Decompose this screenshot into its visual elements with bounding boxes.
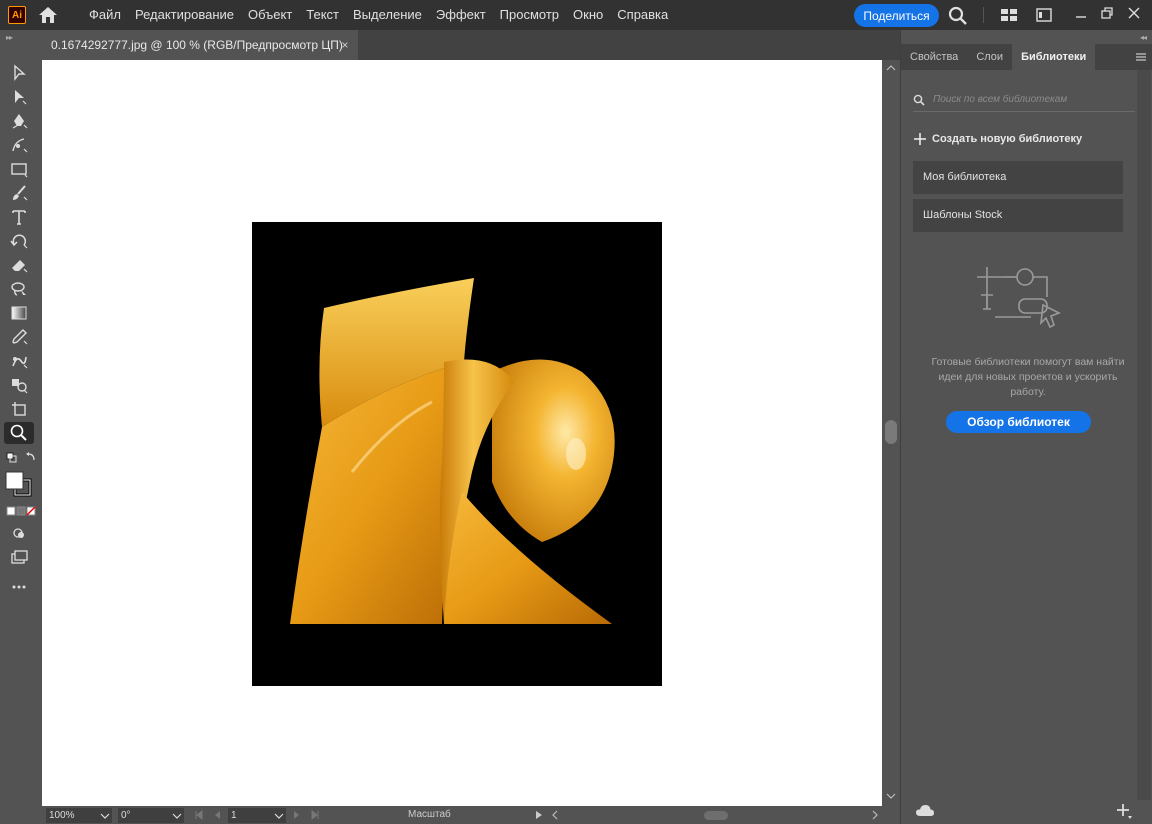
color-mode-icon[interactable] (4, 504, 38, 518)
lasso-tool-icon[interactable] (4, 278, 34, 300)
scroll-left-icon[interactable] (550, 810, 560, 820)
document-tab[interactable]: 0.1674292777.jpg @ 100 % (RGB/Предпросмо… (42, 30, 358, 60)
workspace-switcher-icon[interactable] (1036, 8, 1052, 22)
search-icon (913, 94, 925, 106)
menu-effect[interactable]: Эффект (429, 0, 493, 30)
direct-selection-tool-icon[interactable] (4, 86, 34, 108)
chevron-down-icon[interactable] (98, 808, 112, 823)
restore-icon[interactable] (1097, 4, 1117, 22)
libraries-illustration-icon (977, 267, 1061, 329)
fill-stroke-swap-icon[interactable] (4, 448, 38, 468)
illustrator-window: Ai Файл Редактирование Объект Текст Выде… (0, 0, 1152, 824)
library-search-input[interactable] (933, 94, 1123, 105)
menu-help[interactable]: Справка (610, 0, 675, 30)
eraser-tool-icon[interactable] (4, 254, 34, 276)
fill-stroke-color-icon[interactable] (4, 470, 38, 500)
create-library-button[interactable]: Создать новую библиотеку (913, 132, 1082, 146)
zoom-tool-icon[interactable] (4, 422, 34, 444)
vertical-scrollbar[interactable] (882, 60, 900, 806)
tab-layers[interactable]: Слои (967, 44, 1012, 70)
home-icon[interactable] (38, 6, 58, 24)
main-menu: Файл Редактирование Объект Текст Выделен… (82, 0, 675, 30)
collapse-panel-icon[interactable]: ◂◂ (1140, 33, 1147, 42)
app-logo: Ai (8, 6, 26, 24)
scroll-down-icon[interactable] (886, 792, 896, 800)
toolbar-divider (983, 7, 984, 23)
previous-artboard-icon[interactable] (212, 810, 222, 820)
library-item-stock-templates[interactable]: Шаблоны Stock (913, 199, 1123, 232)
horizontal-scroll-thumb[interactable] (704, 811, 728, 820)
drawing-mode-icon[interactable] (4, 522, 34, 544)
screen-mode-icon[interactable] (4, 546, 34, 568)
plus-icon (914, 133, 926, 145)
library-search (913, 88, 1135, 112)
close-tab-icon[interactable]: × (338, 38, 352, 52)
rotate-tool-icon[interactable] (4, 230, 34, 252)
collapse-tools-icon[interactable]: ▸▸ (6, 33, 13, 42)
paintbrush-tool-icon[interactable] (4, 182, 34, 204)
horizontal-scrollbar[interactable] (564, 811, 866, 820)
selection-tool-icon[interactable] (4, 62, 34, 84)
placed-image[interactable] (252, 222, 662, 686)
cloud-icon[interactable] (915, 803, 935, 819)
share-button[interactable]: Поделиться (854, 4, 939, 27)
scroll-right-icon[interactable] (870, 810, 880, 820)
create-library-label: Создать новую библиотеку (932, 133, 1083, 145)
panel-menu-icon[interactable] (1134, 51, 1148, 63)
next-artboard-icon[interactable] (292, 810, 302, 820)
gradient-tool-icon[interactable] (4, 302, 34, 324)
status-menu-icon[interactable] (534, 810, 544, 820)
menu-select[interactable]: Выделение (346, 0, 429, 30)
arrange-documents-icon[interactable] (1000, 8, 1018, 22)
vertical-scroll-thumb[interactable] (885, 420, 897, 444)
chevron-down-icon[interactable] (272, 808, 286, 823)
menu-file[interactable]: Файл (82, 0, 128, 30)
menu-type[interactable]: Текст (299, 0, 346, 30)
pen-tool-icon[interactable] (4, 110, 34, 132)
first-artboard-icon[interactable] (194, 810, 204, 820)
panel-tabs: Свойства Слои Библиотеки (901, 44, 1152, 70)
yellow-3d-letter-artwork (290, 278, 615, 624)
libraries-empty-text: Готовые библиотеки помогут вам найти иде… (931, 356, 1125, 398)
artboard-tool-icon[interactable] (4, 398, 34, 420)
curvature-tool-icon[interactable] (4, 134, 34, 156)
add-content-icon[interactable] (1115, 802, 1133, 820)
document-tab-bar: 0.1674292777.jpg @ 100 % (RGB/Предпросмо… (42, 30, 900, 60)
menu-window[interactable]: Окно (566, 0, 610, 30)
status-bar: 100% 0° 1 Масштаб (42, 806, 900, 824)
menu-object[interactable]: Объект (241, 0, 299, 30)
tab-properties[interactable]: Свойства (901, 44, 967, 70)
artboard-canvas[interactable] (42, 60, 882, 806)
type-tool-icon[interactable] (4, 206, 34, 228)
menu-view[interactable]: Просмотр (493, 0, 566, 30)
libraries-panel: ◂◂ Свойства Слои Библиотеки Создать нову… (900, 30, 1152, 824)
menu-bar: Ai Файл Редактирование Объект Текст Выде… (0, 0, 1152, 30)
close-window-icon[interactable] (1124, 4, 1144, 22)
search-icon[interactable] (948, 6, 968, 26)
browse-libraries-button[interactable]: Обзор библиотек (946, 411, 1091, 433)
scroll-up-icon[interactable] (886, 64, 896, 72)
eyedropper-tool-icon[interactable] (4, 326, 34, 348)
menu-edit[interactable]: Редактирование (128, 0, 241, 30)
library-item-my-library[interactable]: Моя библиотека (913, 161, 1123, 194)
status-scale-label[interactable]: Масштаб (408, 809, 451, 820)
last-artboard-icon[interactable] (310, 810, 320, 820)
more-tools-icon[interactable] (4, 576, 34, 598)
shape-builder-tool-icon[interactable] (4, 374, 34, 396)
panel-footer (901, 800, 1152, 824)
document-tab-title: 0.1674292777.jpg @ 100 % (RGB/Предпросмо… (51, 38, 343, 52)
panel-scrollbar[interactable] (1137, 70, 1151, 800)
tab-libraries[interactable]: Библиотеки (1012, 44, 1096, 70)
puppet-warp-tool-icon[interactable] (4, 350, 34, 372)
rectangle-tool-icon[interactable] (4, 158, 34, 180)
chevron-down-icon[interactable] (170, 808, 184, 823)
minimize-icon[interactable] (1071, 6, 1091, 22)
